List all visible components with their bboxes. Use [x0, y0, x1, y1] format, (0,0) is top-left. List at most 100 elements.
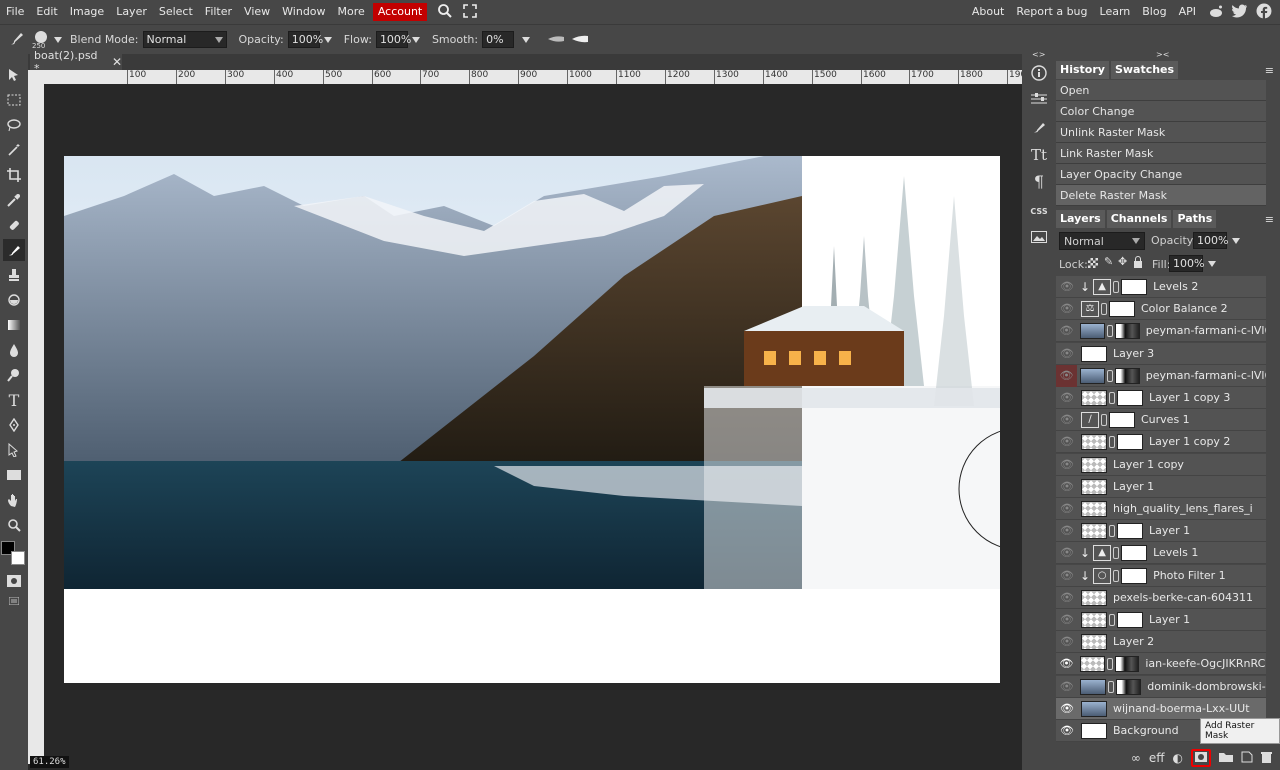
visibility-eye-icon[interactable]: 👁 [1056, 613, 1078, 626]
mask-link-icon[interactable] [1113, 546, 1120, 559]
menu-about[interactable]: About [966, 0, 1011, 24]
panel-menu-icon[interactable]: ≡ [1265, 64, 1274, 77]
quick-mask-icon[interactable] [3, 570, 25, 592]
layer-blend-mode-select[interactable]: Normal [1059, 232, 1145, 250]
tab-channels[interactable]: Channels [1106, 210, 1172, 228]
smooth-input[interactable]: 0% [482, 31, 515, 48]
layer-row[interactable]: 👁 dominik-dombrowski-I [1056, 676, 1266, 698]
visibility-eye-icon[interactable]: 👁 [1056, 324, 1077, 337]
layer-row[interactable]: 👁 ↓ ▲ Levels 1 [1056, 542, 1266, 564]
layer-row[interactable]: 👁 peyman-farmani-c-lVl6 [1056, 320, 1266, 342]
layer-mask-thumbnail[interactable] [1117, 611, 1143, 628]
layer-row[interactable]: 👁 ↓ ▲ Levels 2 [1056, 276, 1266, 298]
tab-document[interactable]: boat(2).psd * ✕ [30, 49, 122, 75]
css-icon[interactable]: CSS [1028, 200, 1050, 222]
menu-window[interactable]: Window [276, 0, 331, 24]
tab-history[interactable]: History [1056, 61, 1109, 79]
type-tool-icon[interactable]: T [3, 389, 25, 411]
screen-mode-icon[interactable] [3, 590, 25, 612]
canvas-workspace[interactable] [44, 84, 1022, 764]
layer-opacity-input[interactable]: 100% [1193, 232, 1228, 249]
brush-preset-picker[interactable]: 250 [32, 29, 52, 51]
menu-layer[interactable]: Layer [110, 0, 153, 24]
mask-link-icon[interactable] [1113, 569, 1120, 582]
reddit-icon[interactable] [1208, 3, 1224, 22]
layer-mask-thumbnail[interactable] [1114, 655, 1140, 672]
facebook-icon[interactable] [1256, 3, 1272, 22]
visibility-eye-icon[interactable]: 👁 [1056, 702, 1078, 715]
twitter-icon[interactable] [1232, 4, 1248, 21]
menu-blog[interactable]: Blog [1136, 0, 1172, 24]
layer-row[interactable]: 👁 ∕ Curves 1 [1056, 409, 1266, 431]
effects-icon[interactable]: eff [1149, 751, 1165, 765]
smooth-dropdown-icon[interactable] [522, 36, 531, 43]
lock-all-icon[interactable] [1133, 256, 1143, 271]
fill-input[interactable]: 100% [1169, 255, 1204, 272]
layer-row[interactable]: 👁 Layer 2 [1056, 631, 1266, 653]
eraser-tool-icon[interactable] [3, 289, 25, 311]
layer-mask-thumbnail[interactable] [1109, 411, 1135, 428]
layer-opacity-dropdown-icon[interactable] [1232, 238, 1240, 244]
tab-swatches[interactable]: Swatches [1110, 61, 1179, 79]
clone-stamp-tool-icon[interactable] [3, 264, 25, 286]
layer-row[interactable]: 👁 Layer 1 [1056, 520, 1266, 542]
mask-link-icon[interactable] [1107, 680, 1114, 693]
blur-tool-icon[interactable] [3, 339, 25, 361]
menu-learn[interactable]: Learn [1094, 0, 1137, 24]
history-item[interactable]: Link Raster Mask [1056, 143, 1266, 164]
layer-row[interactable]: 👁 Layer 1 copy 3 [1056, 387, 1266, 409]
menu-view[interactable]: View [238, 0, 276, 24]
panel-menu-icon[interactable]: ≡ [1265, 213, 1274, 226]
character-icon[interactable]: Tt [1028, 144, 1050, 166]
menu-report-bug[interactable]: Report a bug [1010, 0, 1093, 24]
lock-position-icon[interactable]: ✥ [1118, 255, 1127, 268]
tab-layers[interactable]: Layers [1056, 210, 1105, 228]
layer-row[interactable]: 👁 pexels-berke-can-604311 [1056, 587, 1266, 609]
brush-tool-button-icon[interactable] [3, 239, 25, 261]
layer-mask-thumbnail[interactable] [1115, 678, 1142, 695]
history-item[interactable]: Layer Opacity Change [1056, 164, 1266, 185]
visibility-eye-icon[interactable]: 👁 [1056, 680, 1077, 693]
trash-icon[interactable] [1261, 751, 1272, 766]
mask-link-icon[interactable] [1107, 369, 1113, 382]
mask-link-icon[interactable] [1101, 413, 1107, 426]
history-item[interactable]: Unlink Raster Mask [1056, 122, 1266, 143]
blend-mode-select[interactable]: Normal [142, 31, 227, 48]
path-select-tool-icon[interactable] [3, 439, 25, 461]
history-item[interactable]: Open [1056, 80, 1266, 101]
visibility-eye-icon[interactable]: 👁 [1056, 635, 1078, 648]
layer-mask-thumbnail[interactable] [1121, 544, 1148, 561]
brush-preset-dropdown-icon[interactable] [54, 36, 62, 43]
zoom-level[interactable]: 61.26% [30, 756, 69, 768]
menu-api[interactable]: API [1173, 0, 1202, 24]
rectangle-tool-icon[interactable] [3, 464, 25, 486]
layer-mask-thumbnail[interactable] [1121, 278, 1148, 295]
opacity-dropdown-icon[interactable] [323, 36, 332, 43]
document-canvas[interactable] [64, 156, 1000, 683]
visibility-eye-icon[interactable]: 👁 [1056, 347, 1078, 360]
pressure-size-icon[interactable] [572, 33, 589, 46]
add-raster-mask-icon[interactable] [1191, 749, 1211, 767]
close-icon[interactable]: ✕ [112, 55, 122, 69]
layer-row[interactable]: 👁 Layer 1 [1056, 476, 1266, 498]
layer-mask-thumbnail[interactable] [1117, 522, 1143, 539]
layer-row[interactable]: 👁 peyman-farmani-c-lVl6 [1056, 364, 1266, 387]
new-layer-icon[interactable] [1241, 751, 1253, 766]
lasso-tool-icon[interactable] [3, 114, 25, 136]
collapse-arrows-icon[interactable]: <> [1032, 50, 1045, 59]
flow-input[interactable]: 100% [375, 31, 411, 48]
mask-link-icon[interactable] [1109, 435, 1115, 448]
pen-tool-icon[interactable] [3, 414, 25, 436]
opacity-input[interactable]: 100% [287, 31, 323, 48]
layer-row[interactable]: 👁 wijnand-boerma-Lxx-UUt [1056, 698, 1266, 720]
folder-icon[interactable] [1219, 751, 1233, 765]
visibility-eye-icon[interactable]: 👁 [1056, 502, 1078, 515]
move-tool-icon[interactable] [3, 64, 25, 86]
layer-mask-thumbnail[interactable] [1114, 322, 1140, 339]
menu-file[interactable]: File [0, 0, 30, 24]
visibility-eye-icon[interactable]: 👁 [1056, 480, 1078, 493]
flow-dropdown-icon[interactable] [411, 36, 420, 43]
background-color-swatch[interactable] [11, 551, 25, 565]
mask-link-icon[interactable] [1113, 280, 1120, 293]
brush-tool-icon[interactable] [8, 29, 26, 50]
